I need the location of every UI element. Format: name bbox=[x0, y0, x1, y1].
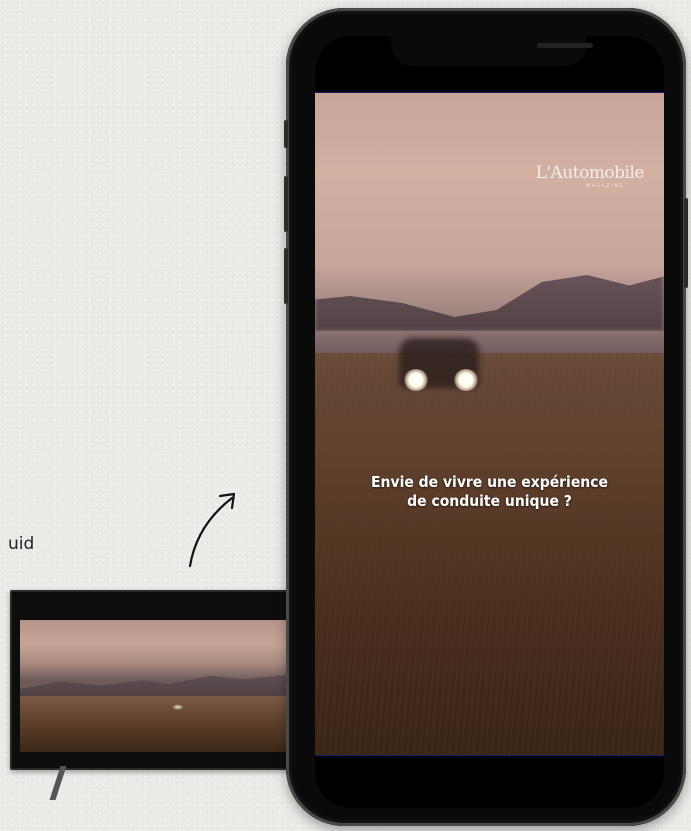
video-caption: Envie de vivre une expérience de conduit… bbox=[315, 473, 664, 511]
tv-video-preview bbox=[20, 620, 292, 752]
caption-line-1: Envie de vivre une expérience bbox=[371, 473, 608, 491]
tv-stand bbox=[49, 766, 67, 800]
brand-logo-subtitle: MAGAZINE bbox=[586, 183, 624, 188]
phone-power-button bbox=[684, 198, 688, 288]
phone-volume-down bbox=[284, 248, 288, 304]
tv-display bbox=[10, 590, 294, 770]
video-hills bbox=[315, 275, 664, 331]
phone-side-button bbox=[284, 120, 288, 148]
curved-arrow-icon bbox=[188, 492, 236, 568]
phone-volume-up bbox=[284, 176, 288, 232]
video-player[interactable]: L'Automobile MAGAZINE Envie de vivre une… bbox=[315, 92, 664, 756]
headlight-right bbox=[453, 369, 479, 391]
side-label: uid bbox=[8, 534, 35, 554]
phone-screen: L'Automobile MAGAZINE Envie de vivre une… bbox=[315, 36, 664, 808]
video-grass bbox=[315, 353, 664, 755]
tv-hills bbox=[20, 674, 292, 696]
phone-speaker bbox=[537, 43, 593, 48]
phone-notch bbox=[391, 36, 593, 66]
brand-logo: L'Automobile bbox=[535, 163, 645, 183]
headlight-left bbox=[403, 369, 429, 391]
phone-mockup: L'Automobile MAGAZINE Envie de vivre une… bbox=[284, 8, 688, 826]
caption-line-2: de conduite unique ? bbox=[407, 492, 572, 510]
